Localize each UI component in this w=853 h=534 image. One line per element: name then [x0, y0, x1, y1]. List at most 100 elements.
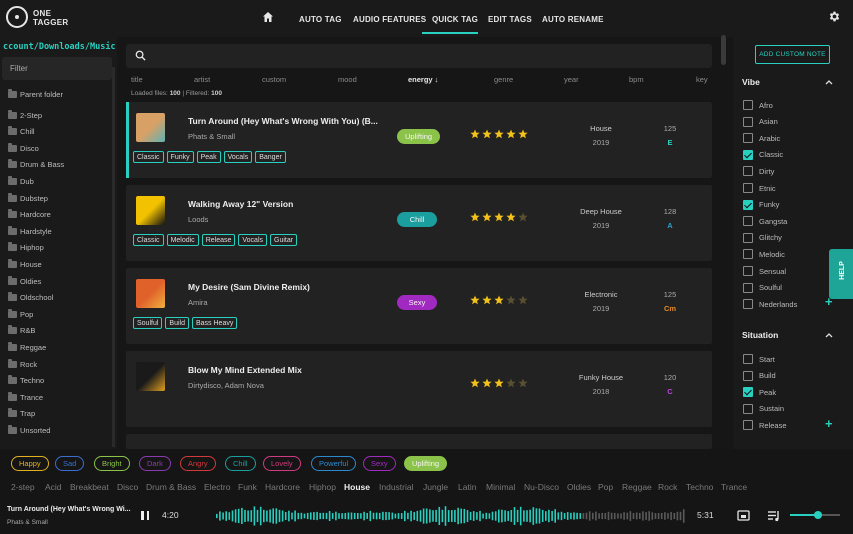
queue-icon[interactable] [767, 509, 780, 522]
checkbox[interactable] [743, 100, 753, 110]
window-icon[interactable] [737, 509, 750, 522]
mood-filter-chip[interactable]: Lovely [263, 456, 301, 471]
tag-chip[interactable]: Classic [133, 151, 164, 163]
genre-filter[interactable]: Trance [721, 482, 747, 492]
folder-item[interactable]: Hiphop [8, 241, 44, 255]
column-header[interactable]: key [696, 75, 708, 84]
mood-filter-chip[interactable]: Powerful [311, 456, 357, 471]
checkbox-item[interactable]: Arabic [743, 132, 780, 144]
checkbox-checked[interactable] [743, 149, 753, 160]
track-row[interactable]: My Desire (Sam Divine Remix) Amira Soulful… [126, 268, 712, 344]
waveform-seekbar[interactable] [216, 504, 686, 528]
genre-filter[interactable]: Hiphop [309, 482, 336, 492]
checkbox-item[interactable]: Dirty [743, 165, 774, 177]
mood-filter-chip[interactable]: Uplifting [404, 456, 448, 471]
folder-item[interactable]: Disco [8, 141, 39, 155]
genre-filter[interactable]: Industrial [379, 482, 414, 492]
genre-filter[interactable]: Latin [458, 482, 476, 492]
folder-item[interactable]: Techno [8, 374, 44, 388]
genre-filter[interactable]: Pop [598, 482, 613, 492]
genre-filter[interactable]: Techno [686, 482, 713, 492]
star-icon[interactable] [494, 378, 504, 388]
folder-item[interactable]: Dubstep [8, 191, 48, 205]
tag-chip[interactable]: Build [165, 317, 189, 329]
folder-item[interactable]: Oldschool [8, 291, 53, 305]
parent-folder-item[interactable]: Parent folder [8, 87, 63, 101]
checkbox-checked[interactable] [743, 387, 753, 398]
star-icon[interactable] [518, 212, 528, 222]
column-header[interactable]: energy ↓ [408, 75, 438, 84]
folder-item[interactable]: 2-Step [8, 108, 42, 122]
chevron-up-icon[interactable] [825, 79, 833, 85]
checkbox-item[interactable]: Sustain [743, 403, 784, 415]
checkbox[interactable] [743, 282, 753, 293]
mood-badge[interactable]: Sexy [397, 295, 437, 310]
column-header[interactable]: genre [494, 75, 513, 84]
track-row[interactable] [126, 434, 712, 449]
tag-chip[interactable]: Melodic [166, 234, 199, 246]
chevron-up-icon[interactable] [825, 332, 833, 338]
star-icon[interactable] [518, 378, 528, 388]
column-header[interactable]: bpm [629, 75, 644, 84]
star-icon[interactable] [482, 129, 492, 139]
mood-filter-chip[interactable]: Dark [139, 456, 171, 471]
volume-slider[interactable] [790, 511, 840, 519]
folder-item[interactable]: Drum & Bass [8, 158, 64, 172]
mood-filter-chip[interactable]: Angry [180, 456, 216, 471]
checkbox[interactable] [743, 116, 753, 127]
star-icon[interactable] [470, 378, 480, 388]
star-icon[interactable] [470, 295, 480, 305]
checkbox-item[interactable]: Asian [743, 116, 778, 128]
checkbox-item[interactable]: Start [743, 353, 775, 365]
folder-item[interactable]: Trance [8, 390, 43, 404]
genre-filter[interactable]: Drum & Bass [146, 482, 196, 492]
energy-rating[interactable] [470, 212, 528, 222]
tab-edit-tags[interactable]: EDIT TAGS [488, 15, 532, 24]
pause-icon[interactable] [141, 511, 149, 520]
energy-rating[interactable] [470, 129, 528, 139]
checkbox[interactable] [743, 249, 753, 260]
checkbox[interactable] [743, 183, 753, 193]
mood-filter-chip[interactable]: Bright [94, 456, 130, 471]
gear-icon[interactable] [828, 10, 841, 23]
genre-filter[interactable]: 2-step [11, 482, 35, 492]
mood-filter-chip[interactable]: Happy [11, 456, 49, 471]
mood-filter-chip[interactable]: Chill [225, 456, 256, 471]
star-icon[interactable] [506, 295, 516, 305]
tag-chip[interactable]: Peak [196, 151, 221, 163]
tracklist-scrollbar[interactable] [721, 35, 726, 65]
checkbox-item[interactable]: Melodic [743, 248, 785, 260]
tag-chip[interactable]: Guitar [270, 234, 298, 246]
add-custom-note-button[interactable]: ADD CUSTOM NOTE [755, 45, 830, 64]
track-row[interactable]: Turn Around (Hey What's Wrong With You) … [126, 102, 712, 178]
genre-filter[interactable]: House [344, 482, 370, 492]
star-icon[interactable] [470, 129, 480, 139]
star-icon[interactable] [482, 378, 492, 388]
checkbox-item[interactable]: Funky [743, 199, 779, 211]
checkbox-item[interactable]: Sensual [743, 265, 786, 277]
mood-badge[interactable]: Chill [397, 212, 437, 227]
folder-item[interactable]: Unsorted [8, 423, 50, 437]
track-row[interactable]: Blow My Mind Extended Mix Dirtydisco, Ada… [126, 351, 712, 427]
star-icon[interactable] [506, 129, 516, 139]
folder-item[interactable]: R&B [8, 324, 35, 338]
filter-input[interactable] [2, 57, 112, 80]
tab-quick-tag[interactable]: QUICK TAG [432, 15, 478, 24]
folder-item[interactable]: Hardstyle [8, 224, 52, 238]
mood-filter-chip[interactable]: Sad [55, 456, 85, 471]
checkbox[interactable] [743, 299, 753, 310]
column-header[interactable]: artist [194, 75, 210, 84]
star-icon[interactable] [518, 129, 528, 139]
track-row[interactable]: Walking Away 12" Version Loods Classic Melo… [126, 185, 712, 261]
tag-chip[interactable]: Banger [255, 151, 286, 163]
star-icon[interactable] [494, 212, 504, 222]
star-icon[interactable] [518, 295, 528, 305]
checkbox-item[interactable]: Classic [743, 149, 783, 161]
genre-filter[interactable]: Minimal [486, 482, 515, 492]
star-icon[interactable] [506, 378, 516, 388]
checkbox-item[interactable]: Glitchy [743, 232, 782, 244]
checkbox-item[interactable]: Gangsta [743, 215, 787, 227]
column-header[interactable]: mood [338, 75, 357, 84]
checkbox[interactable] [743, 370, 753, 381]
checkbox[interactable] [743, 216, 753, 227]
